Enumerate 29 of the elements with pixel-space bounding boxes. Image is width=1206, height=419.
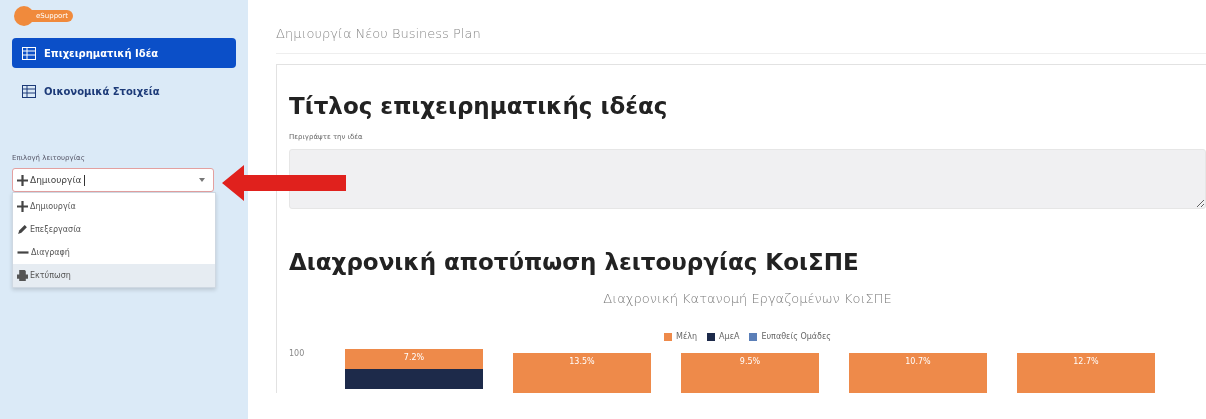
dropdown-option[interactable]: Εκτύπωση <box>13 264 215 287</box>
stacked-bar: 10.7% <box>849 353 987 393</box>
plus-icon <box>17 201 28 212</box>
sidebar-item[interactable]: Οικονομικά Στοιχεία <box>12 76 236 106</box>
stacked-bar: 13.5% <box>513 353 651 393</box>
section-heading: Τίτλος επιχειρηματικής ιδέας <box>289 93 669 119</box>
legend-label: Μέλη <box>676 332 698 341</box>
mode-dropdown[interactable]: Δημιουργία <box>12 168 214 192</box>
page-title: Δημιουργία Νέου Business Plan <box>276 26 1206 54</box>
stacked-bar: 9.5% <box>681 353 819 393</box>
stacked-bar: 7.2% <box>345 349 483 389</box>
chart-title: Διαχρονική Κατανομή Εργαζομένων ΚοιΣΠΕ <box>603 291 892 306</box>
legend-label: ΑμεΑ <box>719 332 740 341</box>
stacked-bar: 12.7% <box>1017 353 1155 393</box>
arrow-icon <box>222 165 346 201</box>
section-heading: Διαχρονική αποτύπωση λειτουργίας ΚοιΣΠΕ <box>289 249 860 275</box>
dropdown-option[interactable]: Επεξεργασία <box>13 218 215 241</box>
printer-icon <box>17 270 28 281</box>
table-icon <box>22 84 36 98</box>
idea-textarea[interactable] <box>289 149 1206 209</box>
dropdown-option[interactable]: Διαγραφή <box>13 241 215 264</box>
pencil-icon <box>17 224 28 235</box>
legend-label: Ευπαθείς Ομάδες <box>761 332 831 341</box>
sidebar-item[interactable]: Επιχειρηματική Ιδέα <box>12 38 236 68</box>
caret-icon <box>199 178 205 182</box>
dropdown-option[interactable]: Δημιουργία <box>13 195 215 218</box>
plus-icon <box>17 174 28 186</box>
table-icon <box>22 46 36 60</box>
axis-tick: 100 <box>289 349 306 358</box>
